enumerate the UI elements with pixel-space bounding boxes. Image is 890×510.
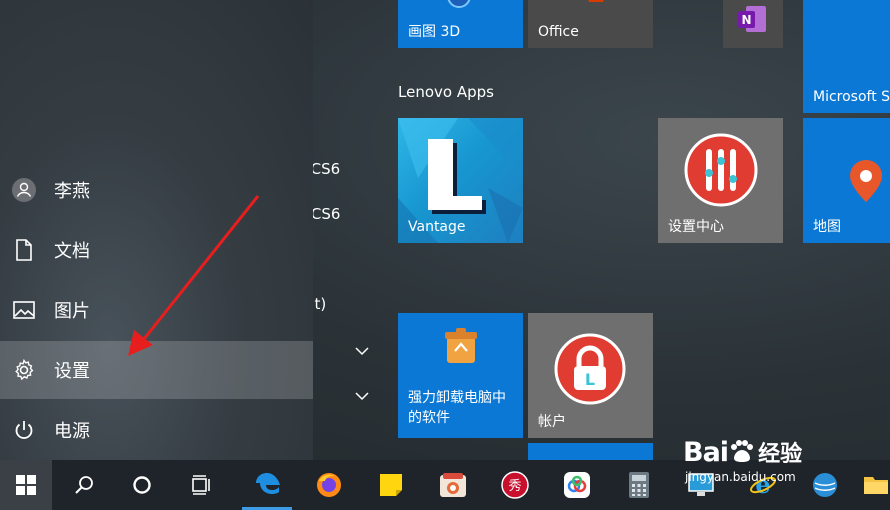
tile-partial[interactable] [528, 443, 653, 460]
photo-viewer-icon [440, 473, 466, 497]
tile-settings-center[interactable]: 设置中心 [658, 118, 783, 243]
calculator-icon [629, 472, 649, 498]
slider-settings-icon [684, 133, 758, 207]
tile-label: 帐户 [538, 414, 566, 430]
search-button[interactable] [60, 460, 108, 510]
tile-vantage[interactable]: Vantage [398, 118, 523, 243]
task-view-button[interactable] [178, 460, 226, 510]
tile-microsoft-store[interactable]: Microsoft St [803, 0, 890, 113]
tile-label: Microsoft St [813, 89, 890, 105]
power-label: 电源 [54, 421, 90, 442]
taskbar-edge[interactable] [242, 460, 292, 510]
watermark-url: jingyan.baidu.com [685, 470, 796, 484]
avatar [0, 177, 48, 203]
taskbar-network-app[interactable] [800, 460, 850, 510]
documents-item[interactable]: 文档 [0, 221, 313, 279]
svg-text:秀: 秀 [508, 479, 521, 494]
tile-onenote[interactable]: N [723, 0, 783, 48]
power-icon [0, 419, 48, 441]
start-button[interactable] [0, 460, 52, 510]
taskbar-file-explorer[interactable] [862, 460, 890, 510]
baidu-watermark: Bai 经验 jingyan.baidu.com [683, 436, 803, 484]
taskbar-baidu-netdisk[interactable] [552, 460, 602, 510]
chevron-down-icon[interactable] [355, 341, 369, 360]
svg-text:L: L [585, 370, 595, 389]
tile-label: Vantage [408, 219, 466, 235]
tile-maps[interactable]: 地图 [803, 118, 890, 243]
recycle-bin-icon [445, 328, 477, 363]
sticky-notes-icon [380, 474, 402, 496]
gear-icon [0, 358, 48, 382]
task-view-icon [192, 475, 210, 495]
start-menu-rail: 李燕 文档 图片 设置 电源 [0, 0, 313, 460]
user-account-item[interactable]: 李燕 [0, 161, 313, 219]
document-icon [0, 238, 48, 262]
paw-icon [731, 440, 754, 462]
taskbar-xiuxiu[interactable]: 秀 [490, 460, 540, 510]
taskbar-photo-app[interactable] [428, 460, 478, 510]
network-globe-icon [813, 473, 837, 497]
pictures-label: 图片 [54, 301, 90, 322]
watermark-brand: Bai [683, 437, 729, 468]
tile-label: 强力卸载电脑中的软件 [408, 390, 506, 426]
tile-paint3d[interactable]: 画图 3D [398, 0, 523, 48]
taskbar-firefox[interactable] [304, 460, 354, 510]
lock-icon: L [554, 333, 626, 405]
watermark-brand-suffix: 经验 [758, 442, 803, 467]
tile-label: 地图 [813, 219, 841, 235]
taskbar-sticky-notes[interactable] [366, 460, 416, 510]
windows-logo-icon [16, 475, 36, 495]
pictures-item[interactable]: 图片 [0, 281, 313, 339]
folder-icon [864, 477, 888, 494]
picture-icon [0, 300, 48, 320]
cortana-button[interactable] [118, 460, 166, 510]
documents-label: 文档 [54, 241, 90, 262]
chevron-down-icon[interactable] [355, 386, 369, 405]
tile-label: Office [538, 24, 579, 40]
taskbar-calculator[interactable] [614, 460, 664, 510]
cloud-drive-icon [564, 472, 590, 498]
settings-label: 设置 [54, 361, 90, 382]
search-icon [75, 476, 93, 494]
user-name: 李燕 [54, 181, 90, 202]
svg-text:N: N [741, 13, 751, 27]
meitu-xiuxiu-icon: 秀 [501, 471, 529, 499]
tile-label: 画图 3D [408, 24, 461, 40]
firefox-icon [317, 473, 341, 497]
tile-account[interactable]: L 帐户 [528, 313, 653, 438]
tile-label: 设置中心 [668, 219, 724, 235]
power-item[interactable]: 电源 [0, 401, 313, 459]
tile-office[interactable]: Office [528, 0, 653, 48]
tile-group-title: Lenovo Apps [398, 83, 494, 101]
tile-uninstaller[interactable]: 强力卸载电脑中的软件 [398, 313, 523, 438]
map-pin-icon [850, 160, 882, 202]
settings-item[interactable]: 设置 [0, 341, 313, 399]
office-icon [588, 0, 604, 2]
paint3d-icon [447, 0, 471, 8]
edge-icon [256, 472, 280, 494]
onenote-icon: N [738, 6, 766, 32]
cortana-icon [133, 476, 151, 494]
